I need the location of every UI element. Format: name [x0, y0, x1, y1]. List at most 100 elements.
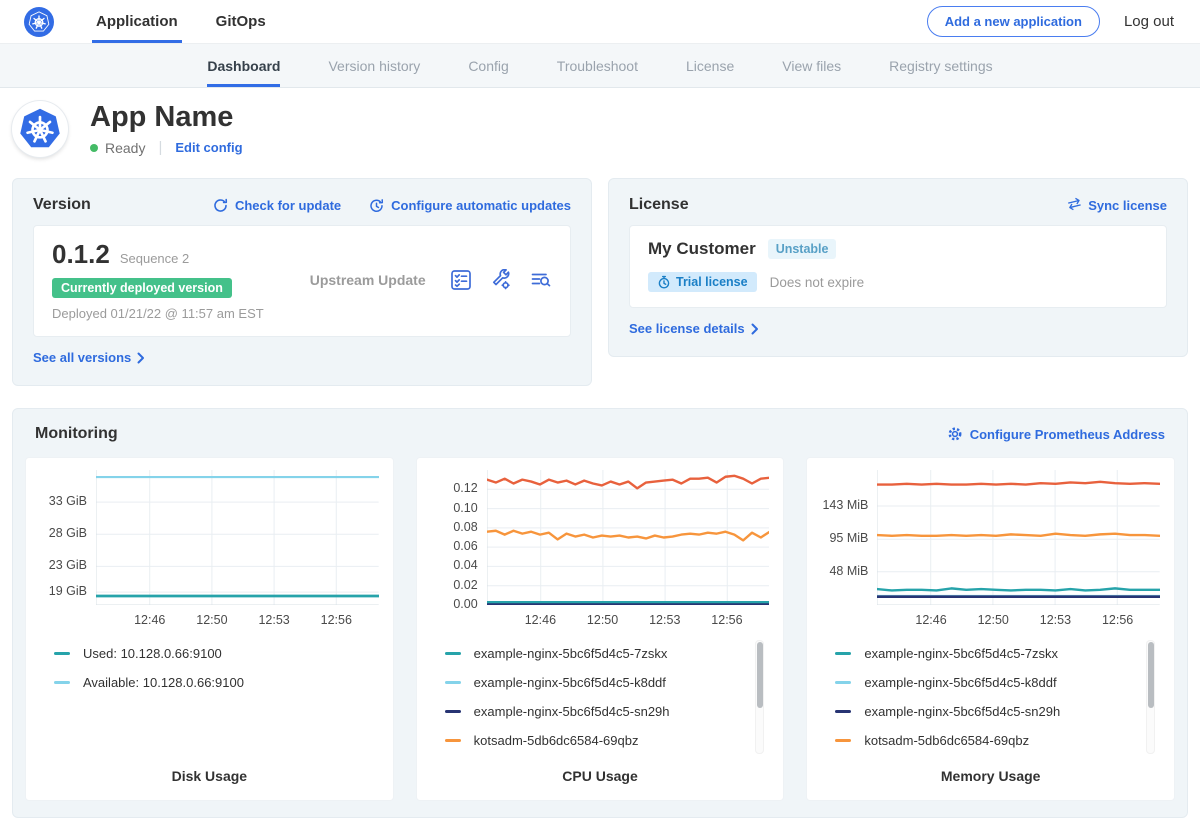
top-nav: ApplicationGitOps Add a new application …	[0, 0, 1200, 44]
chart-plot-area	[96, 470, 379, 605]
license-expiry: Does not expire	[770, 275, 865, 290]
legend-dash-icon	[445, 739, 461, 742]
app-header: App Name Ready | Edit config	[0, 88, 1200, 170]
see-license-details-link[interactable]: See license details	[629, 321, 759, 336]
topnav-tab-application[interactable]: Application	[96, 0, 178, 43]
x-axis-labels: 12:4612:5012:5312:56	[487, 605, 770, 631]
configure-prometheus-button[interactable]: Configure Prometheus Address	[947, 426, 1165, 442]
legend-scrollbar-track[interactable]	[1146, 640, 1155, 754]
legend-label: example-nginx-5bc6f5d4c5-7zskx	[474, 646, 668, 661]
deployed-timestamp: Deployed 01/21/22 @ 11:57 am EST	[52, 306, 264, 321]
tab-config[interactable]: Config	[468, 44, 508, 87]
legend-label: example-nginx-5bc6f5d4c5-7zskx	[864, 646, 1058, 661]
refresh-icon	[213, 198, 228, 213]
legend-dash-icon	[835, 681, 851, 684]
ready-status-dot-icon	[90, 144, 98, 152]
y-tick-label: 0.12	[453, 481, 477, 495]
y-tick-label: 48 MiB	[829, 564, 868, 578]
monitoring-title: Monitoring	[35, 425, 118, 443]
legend-item: kotsadm-5db6dc6584-69qbz	[835, 726, 1130, 755]
x-tick-label: 12:56	[711, 613, 742, 627]
add-new-application-button[interactable]: Add a new application	[927, 6, 1100, 37]
x-axis-labels: 12:4612:5012:5312:56	[877, 605, 1160, 631]
chart-legend: example-nginx-5bc6f5d4c5-7zskx example-ng…	[821, 639, 1160, 755]
legend-label: Used: 10.128.0.66:9100	[83, 646, 222, 661]
app-kubernetes-logo-icon	[12, 101, 68, 157]
y-tick-label: 23 GiB	[49, 558, 87, 572]
config-wrench-icon	[490, 269, 512, 291]
page-title: App Name	[90, 102, 243, 132]
legend-scrollbar-thumb[interactable]	[757, 642, 763, 708]
kubernetes-logo-icon	[24, 7, 54, 37]
legend-dash-icon	[835, 652, 851, 655]
sync-license-button[interactable]: ⇄ Sync license	[1068, 197, 1167, 213]
current-version-box: 0.1.2 Sequence 2 Currently deployed vers…	[33, 225, 571, 337]
y-tick-label: 95 MiB	[829, 531, 868, 545]
license-info-box: My Customer Unstable Trial license Does …	[629, 225, 1167, 308]
version-card-title: Version	[33, 196, 91, 214]
view-diff-button[interactable]	[450, 269, 472, 291]
view-deploy-logs-button[interactable]	[530, 269, 552, 291]
version-source: Upstream Update	[310, 272, 426, 288]
app-sub-nav: Dashboard Version history Config Troublesho…	[0, 44, 1200, 88]
log-out-button[interactable]: Log out	[1124, 13, 1174, 30]
x-axis-labels: 12:4612:5012:5312:56	[96, 605, 379, 631]
view-logs-icon	[530, 269, 552, 291]
legend-dash-icon	[54, 681, 70, 684]
y-axis-labels: 143 MiB 95 MiB 48 MiB	[821, 470, 877, 605]
legend-label: Available: 10.128.0.66:9100	[83, 675, 244, 690]
legend-item: example-nginx-5bc6f5d4c5-7zskx	[835, 639, 1130, 668]
chevron-right-icon	[751, 323, 759, 335]
y-tick-label: 0.00	[453, 597, 477, 611]
status-text: Ready	[105, 140, 145, 156]
x-tick-label: 12:53	[1040, 613, 1071, 627]
tab-registry-settings[interactable]: Registry settings	[889, 44, 992, 87]
tab-license[interactable]: License	[686, 44, 734, 87]
legend-dash-icon	[54, 652, 70, 655]
legend-dash-icon	[835, 710, 851, 713]
x-tick-label: 12:46	[134, 613, 165, 627]
chart-title: CPU Usage	[431, 768, 770, 790]
chevron-right-icon	[137, 352, 145, 364]
y-tick-label: 0.02	[453, 578, 477, 592]
chart-plot-area	[487, 470, 770, 605]
chart-legend: Used: 10.128.0.66:9100 Available: 10.128.…	[40, 639, 379, 697]
x-tick-label: 12:56	[1102, 613, 1133, 627]
configure-automatic-updates-button[interactable]: Configure automatic updates	[369, 198, 571, 213]
top-nav-tabs: Application GitOps	[96, 0, 304, 43]
legend-scrollbar-track[interactable]	[755, 640, 764, 754]
see-all-versions-link[interactable]: See all versions	[33, 350, 145, 365]
auto-update-clock-icon	[369, 198, 384, 213]
y-axis-labels: 0.120.100.080.060.040.020.00	[431, 470, 487, 605]
license-card-title: License	[629, 196, 689, 214]
legend-dash-icon	[835, 739, 851, 742]
cpu-usage-chart-card: 0.120.100.080.060.040.020.0012:4612:5012…	[416, 457, 785, 801]
trial-license-badge: Trial license	[648, 272, 757, 292]
topnav-tab-gitops[interactable]: GitOps	[216, 0, 266, 43]
summary-cards-row: Version Check for update Configure au	[0, 170, 1200, 386]
x-tick-label: 12:53	[258, 613, 289, 627]
legend-item: Available: 10.128.0.66:9100	[54, 668, 349, 697]
legend-item: example-nginx-5bc6f5d4c5-k8ddf	[445, 668, 740, 697]
legend-item: example-nginx-5bc6f5d4c5-7zskx	[445, 639, 740, 668]
legend-scrollbar-thumb[interactable]	[1148, 642, 1154, 708]
tab-version-history[interactable]: Version history	[328, 44, 420, 87]
edit-config-link[interactable]: Edit config	[175, 140, 242, 155]
legend-dash-icon	[445, 710, 461, 713]
edit-version-config-button[interactable]	[490, 269, 512, 291]
stopwatch-icon	[657, 275, 671, 289]
y-tick-label: 143 MiB	[822, 498, 868, 512]
tab-troubleshoot[interactable]: Troubleshoot	[557, 44, 638, 87]
legend-dash-icon	[445, 681, 461, 684]
divider: |	[158, 139, 162, 156]
tab-dashboard[interactable]: Dashboard	[207, 44, 280, 87]
check-for-update-button[interactable]: Check for update	[213, 198, 341, 213]
legend-label: example-nginx-5bc6f5d4c5-sn29h	[864, 704, 1060, 719]
sync-arrows-icon: ⇄	[1066, 196, 1083, 215]
x-tick-label: 12:53	[649, 613, 680, 627]
tab-view-files[interactable]: View files	[782, 44, 841, 87]
legend-label: example-nginx-5bc6f5d4c5-k8ddf	[474, 675, 666, 690]
y-tick-label: 0.10	[453, 501, 477, 515]
version-sequence: Sequence 2	[120, 251, 189, 266]
chart-title: Memory Usage	[821, 768, 1160, 790]
